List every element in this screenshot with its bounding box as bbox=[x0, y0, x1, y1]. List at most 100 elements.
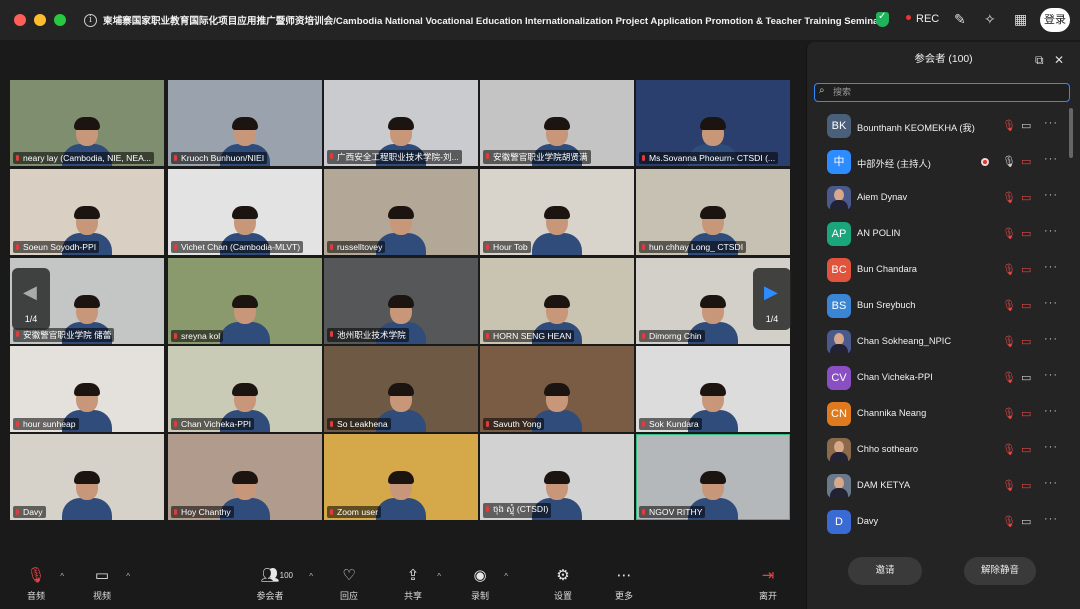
microphone-icon[interactable]: 🎙︎ bbox=[1002, 155, 1016, 168]
share-screen-button[interactable]: ⇪ 共享 ^ bbox=[388, 566, 441, 602]
participant-row[interactable]: D Davy 🎙︎ ▭ ··· bbox=[807, 504, 1065, 540]
video-tile[interactable]: Sok Kundara bbox=[636, 346, 790, 432]
more-options-icon[interactable]: ··· bbox=[1044, 513, 1058, 525]
chevron-up-icon[interactable]: ^ bbox=[437, 572, 441, 581]
settings-button[interactable]: ⚙ 设置 bbox=[538, 566, 588, 602]
video-off-icon[interactable]: ▭ bbox=[1021, 443, 1031, 456]
video-off-icon[interactable]: ▭ bbox=[1021, 155, 1031, 168]
reactions-button[interactable]: ♡ 回应 bbox=[324, 566, 374, 602]
close-window-button[interactable] bbox=[14, 14, 26, 26]
microphone-muted-icon[interactable]: 🎙︎ bbox=[1002, 263, 1016, 276]
video-tile[interactable]: 池州职业技术学院 bbox=[324, 258, 478, 344]
chevron-up-icon[interactable]: ^ bbox=[126, 572, 130, 581]
next-page-button[interactable]: ▶ 1/4 bbox=[753, 268, 791, 330]
video-tile[interactable]: hun chhay Long_ CTSDI bbox=[636, 169, 790, 255]
chevron-up-icon[interactable]: ^ bbox=[309, 572, 313, 581]
unmute-all-button[interactable]: 解除静音 bbox=[964, 557, 1036, 585]
video-button[interactable]: ▭ 视频 ^ bbox=[77, 566, 130, 602]
video-tile[interactable]: Ms.Sovanna Phoeurn- CTSDI (... bbox=[636, 80, 790, 166]
video-tile[interactable]: Hour Tob bbox=[480, 169, 634, 255]
video-tile[interactable]: Kruoch Bunhuon/NIEI bbox=[168, 80, 322, 166]
video-off-icon[interactable]: ▭ bbox=[1021, 479, 1031, 492]
previous-page-button[interactable]: ◀ 1/4 bbox=[12, 268, 50, 330]
video-tile[interactable]: Soeun Soyodh-PPI bbox=[10, 169, 164, 255]
video-off-icon[interactable]: ▭ bbox=[1021, 407, 1031, 420]
more-button[interactable]: ⋯ 更多 bbox=[599, 566, 649, 602]
video-tile[interactable]: sreyna kol bbox=[168, 258, 322, 344]
invite-button[interactable]: 邀请 bbox=[848, 557, 922, 585]
close-icon[interactable]: ✕ bbox=[1054, 53, 1064, 67]
video-tile[interactable]: hour sunheap bbox=[10, 346, 164, 432]
participant-row[interactable]: Aiem Dynav 🎙︎ ▭ ··· bbox=[807, 180, 1065, 216]
microphone-muted-icon[interactable]: 🎙︎ bbox=[1002, 371, 1016, 384]
minimize-window-button[interactable] bbox=[34, 14, 46, 26]
microphone-muted-icon[interactable]: 🎙︎ bbox=[1002, 119, 1016, 132]
video-tile[interactable]: Chan Vicheka-PPI bbox=[168, 346, 322, 432]
video-tile[interactable]: 广西安全工程职业技术学院-刘... bbox=[324, 80, 478, 166]
video-tile[interactable]: russelltovey bbox=[324, 169, 478, 255]
login-button[interactable]: 登录 bbox=[1040, 8, 1070, 32]
security-shield-icon[interactable] bbox=[876, 11, 889, 27]
participant-row[interactable]: Chan Sokheang_NPIC 🎙︎ ▭ ··· bbox=[807, 324, 1065, 360]
participant-row[interactable]: 中中部外经 (主持人) 🎙︎ ▭ ··· bbox=[807, 144, 1065, 180]
chevron-up-icon[interactable]: ^ bbox=[60, 572, 64, 581]
annotate-pen-icon[interactable]: ✎ bbox=[954, 11, 966, 28]
video-tile[interactable]: neary lay (Cambodia, NIE, NEA... bbox=[10, 80, 164, 166]
participant-row[interactable]: BS Bun Sreybuch 🎙︎ ▭ ··· bbox=[807, 288, 1065, 324]
participant-row[interactable]: CN Channika Neang 🎙︎ ▭ ··· bbox=[807, 396, 1065, 432]
microphone-muted-icon[interactable]: 🎙︎ bbox=[1002, 479, 1016, 492]
video-off-icon[interactable]: ▭ bbox=[1021, 299, 1031, 312]
video-off-icon[interactable]: ▭ bbox=[1021, 191, 1031, 204]
video-tile[interactable]: 安徽警官职业学院胡贤满 bbox=[480, 80, 634, 166]
record-button[interactable]: ◉ 录制 ^ bbox=[455, 566, 508, 602]
more-options-icon[interactable]: ··· bbox=[1044, 297, 1058, 309]
more-options-icon[interactable]: ··· bbox=[1044, 261, 1058, 273]
microphone-muted-icon[interactable]: 🎙︎ bbox=[1002, 407, 1016, 420]
microphone-muted-icon[interactable]: 🎙︎ bbox=[1002, 335, 1016, 348]
video-camera-icon[interactable]: ▭ bbox=[1021, 371, 1031, 384]
video-tile[interactable]: Vichet Chan (Cambodia-MLVT) bbox=[168, 169, 322, 255]
ai-sparkle-icon[interactable]: ✧ bbox=[984, 11, 996, 28]
participant-search[interactable]: ⌕ bbox=[814, 83, 1070, 102]
participant-row[interactable]: AP AN POLIN 🎙︎ ▭ ··· bbox=[807, 216, 1065, 252]
meeting-info-icon[interactable]: i bbox=[84, 13, 97, 27]
participant-row[interactable]: CV Chan Vicheka-PPI 🎙︎ ▭ ··· bbox=[807, 360, 1065, 396]
video-tile[interactable]: NGOV RITHY bbox=[636, 434, 790, 520]
maximize-window-button[interactable] bbox=[54, 14, 66, 26]
participant-row[interactable]: BC Bun Chandara 🎙︎ ▭ ··· bbox=[807, 252, 1065, 288]
video-camera-icon[interactable]: ▭ bbox=[1021, 119, 1031, 132]
video-tile[interactable]: Zoom user bbox=[324, 434, 478, 520]
more-options-icon[interactable]: ··· bbox=[1044, 405, 1058, 417]
more-options-icon[interactable]: ··· bbox=[1044, 333, 1058, 345]
participant-row[interactable]: BK Bounthanh KEOMEKHA (我) 🎙︎ ▭ ··· bbox=[807, 108, 1065, 144]
video-tile[interactable]: Savuth Yong bbox=[480, 346, 634, 432]
microphone-muted-icon[interactable]: 🎙︎ bbox=[1002, 515, 1016, 528]
audio-button[interactable]: 🎙︎ 音频 ^ bbox=[11, 566, 64, 602]
recording-indicator[interactable]: REC bbox=[906, 13, 939, 25]
microphone-muted-icon[interactable]: 🎙︎ bbox=[1002, 227, 1016, 240]
chevron-up-icon[interactable]: ^ bbox=[504, 572, 508, 581]
microphone-muted-icon[interactable]: 🎙︎ bbox=[1002, 443, 1016, 456]
more-options-icon[interactable]: ··· bbox=[1044, 225, 1058, 237]
video-camera-icon[interactable]: ▭ bbox=[1021, 515, 1031, 528]
more-options-icon[interactable]: ··· bbox=[1044, 153, 1058, 165]
video-off-icon[interactable]: ▭ bbox=[1021, 335, 1031, 348]
gallery-view-grid-icon[interactable]: ▦ bbox=[1014, 11, 1027, 28]
participant-row[interactable]: Chho sothearo 🎙︎ ▭ ··· bbox=[807, 432, 1065, 468]
more-options-icon[interactable]: ··· bbox=[1044, 441, 1058, 453]
more-options-icon[interactable]: ··· bbox=[1044, 189, 1058, 201]
more-options-icon[interactable]: ··· bbox=[1044, 477, 1058, 489]
leave-meeting-button[interactable]: ⇥ 离开 bbox=[743, 566, 793, 602]
participants-button[interactable]: 👥︎ 100 参会者 ^ bbox=[245, 566, 313, 602]
popout-icon[interactable]: ⧉ bbox=[1035, 53, 1044, 68]
video-tile[interactable]: So Leakhena bbox=[324, 346, 478, 432]
more-options-icon[interactable]: ··· bbox=[1044, 117, 1058, 129]
video-tile[interactable]: Davy bbox=[10, 434, 164, 520]
more-options-icon[interactable]: ··· bbox=[1044, 369, 1058, 381]
video-tile[interactable]: HORN SENG HEAN bbox=[480, 258, 634, 344]
video-off-icon[interactable]: ▭ bbox=[1021, 263, 1031, 276]
video-off-icon[interactable]: ▭ bbox=[1021, 227, 1031, 240]
video-tile[interactable]: ចុង ស្ទុំ (CTSDI) bbox=[480, 434, 634, 520]
participant-row[interactable]: DAM KETYA 🎙︎ ▭ ··· bbox=[807, 468, 1065, 504]
list-scrollbar[interactable] bbox=[1069, 108, 1073, 158]
